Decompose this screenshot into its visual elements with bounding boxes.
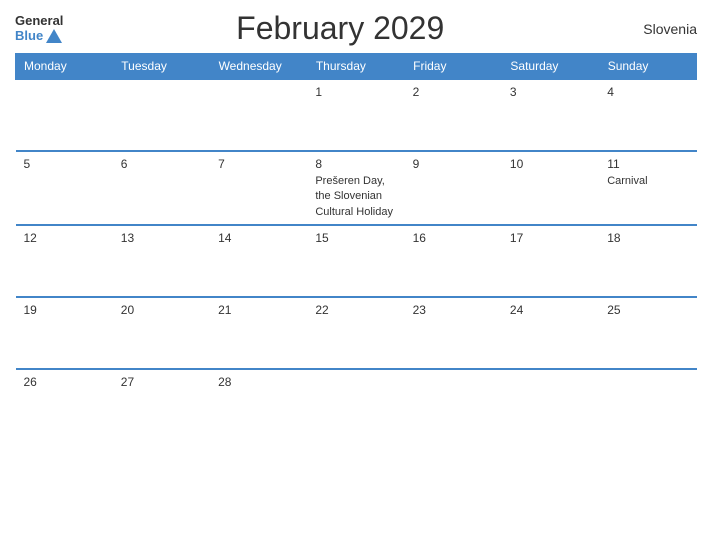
day-number: 24 <box>510 303 591 317</box>
calendar-cell: 23 <box>405 297 502 369</box>
calendar-cell: 12 <box>16 225 113 297</box>
calendar-cell: 19 <box>16 297 113 369</box>
day-number: 17 <box>510 231 591 245</box>
day-number: 16 <box>413 231 494 245</box>
calendar-cell: 5 <box>16 151 113 225</box>
calendar-cell: 7 <box>210 151 307 225</box>
day-number: 25 <box>607 303 688 317</box>
day-number: 27 <box>121 375 202 389</box>
logo: General Blue <box>15 14 63 43</box>
day-number: 22 <box>315 303 396 317</box>
day-number: 18 <box>607 231 688 245</box>
day-number: 19 <box>24 303 105 317</box>
col-saturday: Saturday <box>502 54 599 80</box>
day-number: 9 <box>413 157 494 171</box>
calendar-cell: 11 Carnival <box>599 151 696 225</box>
day-number: 1 <box>315 85 396 99</box>
calendar-cell: 21 <box>210 297 307 369</box>
calendar-cell: 28 <box>210 369 307 441</box>
calendar-cell: 9 <box>405 151 502 225</box>
calendar-cell: 3 <box>502 79 599 151</box>
calendar-cell <box>16 79 113 151</box>
calendar-cell <box>307 369 404 441</box>
calendar-cell: 16 <box>405 225 502 297</box>
calendar-cell: 13 <box>113 225 210 297</box>
col-tuesday: Tuesday <box>113 54 210 80</box>
calendar-cell <box>113 79 210 151</box>
calendar-cell <box>210 79 307 151</box>
calendar-cell: 6 <box>113 151 210 225</box>
day-number: 5 <box>24 157 105 171</box>
calendar-week-row: 12 13 14 15 16 17 18 <box>16 225 697 297</box>
page-title: February 2029 <box>236 10 444 47</box>
day-number: 11 <box>607 157 688 171</box>
col-thursday: Thursday <box>307 54 404 80</box>
day-number: 26 <box>24 375 105 389</box>
day-number: 8 <box>315 157 396 171</box>
event-text: Carnival <box>607 175 647 187</box>
calendar-cell <box>599 369 696 441</box>
calendar-cell: 20 <box>113 297 210 369</box>
calendar-cell: 4 <box>599 79 696 151</box>
day-number: 28 <box>218 375 299 389</box>
col-friday: Friday <box>405 54 502 80</box>
day-number: 23 <box>413 303 494 317</box>
calendar-cell: 10 <box>502 151 599 225</box>
calendar-cell: 25 <box>599 297 696 369</box>
logo-blue: Blue <box>15 29 43 43</box>
calendar-week-row: 19 20 21 22 23 24 25 <box>16 297 697 369</box>
logo-general: General <box>15 14 63 28</box>
calendar-cell: 24 <box>502 297 599 369</box>
calendar-cell: 26 <box>16 369 113 441</box>
calendar-cell: 1 <box>307 79 404 151</box>
calendar-cell: 17 <box>502 225 599 297</box>
calendar-week-row: 26 27 28 <box>16 369 697 441</box>
calendar-cell: 15 <box>307 225 404 297</box>
day-number: 14 <box>218 231 299 245</box>
day-number: 6 <box>121 157 202 171</box>
calendar-cell <box>502 369 599 441</box>
calendar-week-row: 1 2 3 4 <box>16 79 697 151</box>
day-number: 7 <box>218 157 299 171</box>
calendar-cell: 8 Prešeren Day, the Slovenian Cultural Ho… <box>307 151 404 225</box>
calendar-cell <box>405 369 502 441</box>
day-number: 10 <box>510 157 591 171</box>
day-number: 15 <box>315 231 396 245</box>
header: General Blue February 2029 Slovenia <box>15 10 697 47</box>
logo-triangle-icon <box>46 29 62 43</box>
day-number: 20 <box>121 303 202 317</box>
day-number: 12 <box>24 231 105 245</box>
col-wednesday: Wednesday <box>210 54 307 80</box>
calendar-header-row: Monday Tuesday Wednesday Thursday Friday… <box>16 54 697 80</box>
event-text: Prešeren Day, the Slovenian Cultural Hol… <box>315 175 393 218</box>
day-number: 13 <box>121 231 202 245</box>
day-number: 2 <box>413 85 494 99</box>
col-sunday: Sunday <box>599 54 696 80</box>
day-number: 21 <box>218 303 299 317</box>
calendar-cell: 22 <box>307 297 404 369</box>
calendar-table: Monday Tuesday Wednesday Thursday Friday… <box>15 53 697 441</box>
calendar-page: General Blue February 2029 Slovenia Mond… <box>0 0 712 550</box>
calendar-cell: 18 <box>599 225 696 297</box>
calendar-cell: 2 <box>405 79 502 151</box>
calendar-week-row: 5 6 7 8 Prešeren Day, the Slovenian Cultural… <box>16 151 697 225</box>
calendar-cell: 27 <box>113 369 210 441</box>
country-label: Slovenia <box>617 21 697 37</box>
col-monday: Monday <box>16 54 113 80</box>
calendar-cell: 14 <box>210 225 307 297</box>
day-number: 4 <box>607 85 688 99</box>
day-number: 3 <box>510 85 591 99</box>
